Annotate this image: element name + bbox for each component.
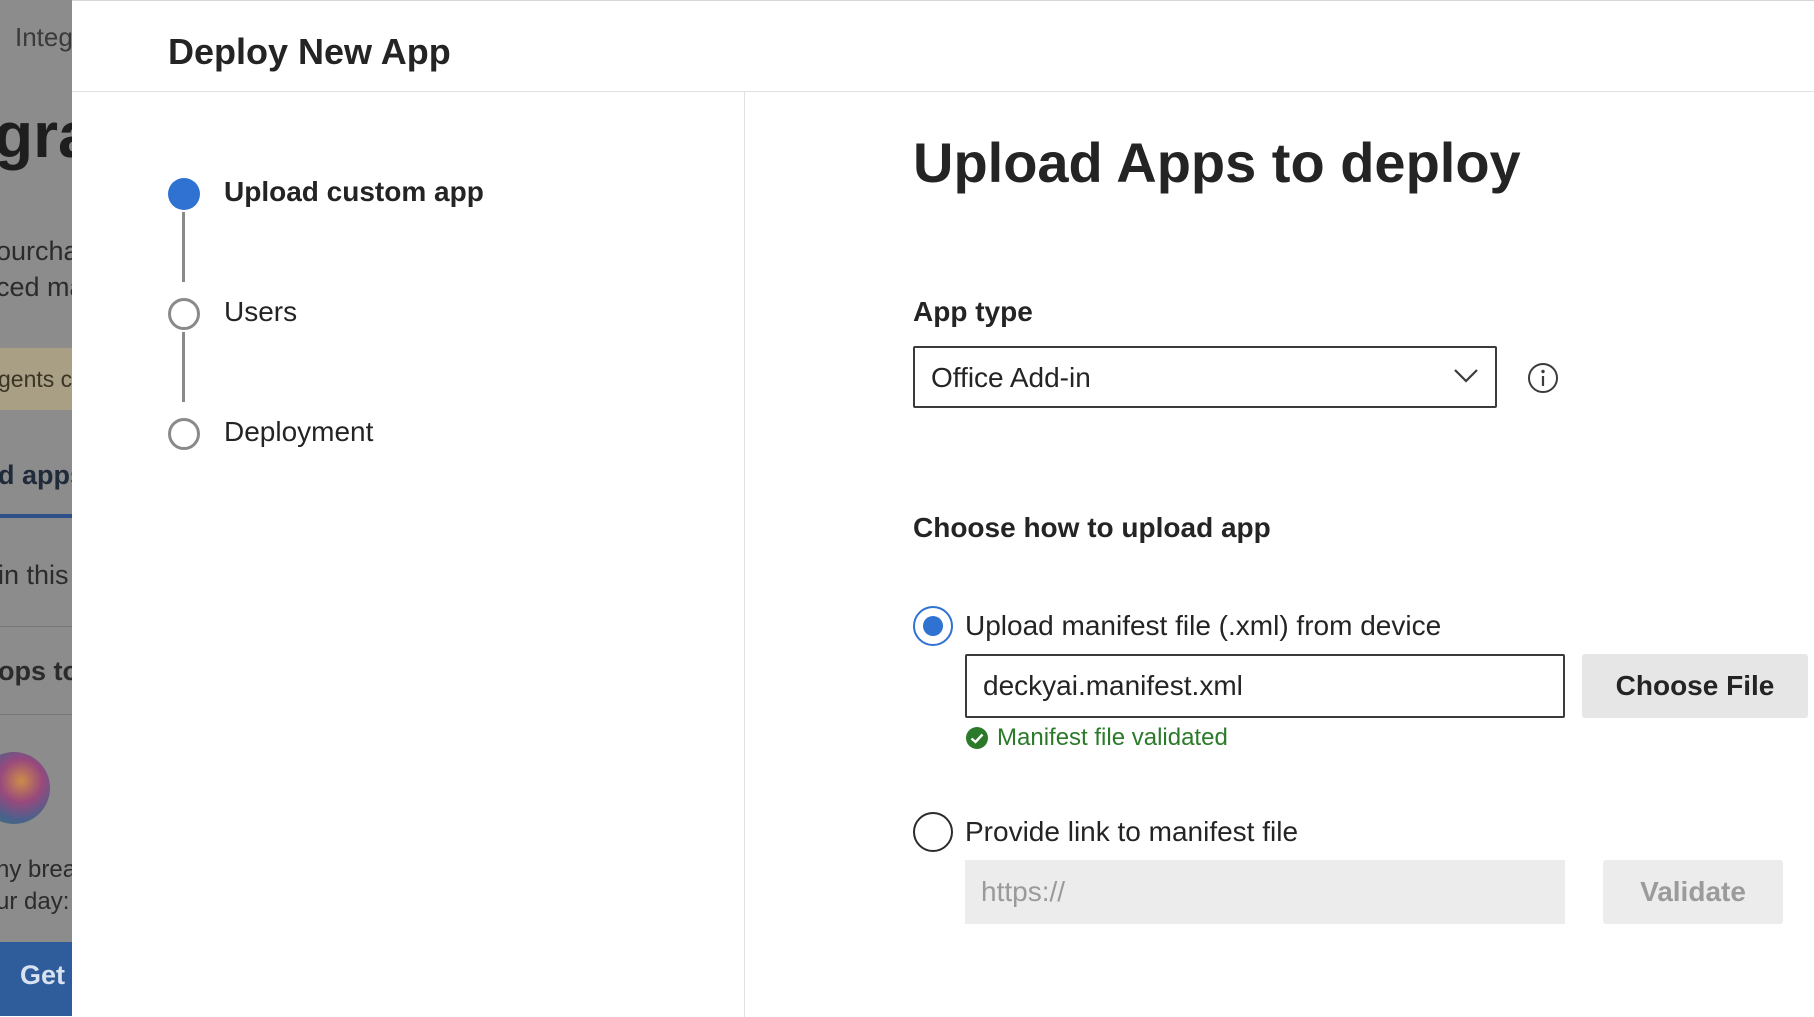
bg-divider bbox=[0, 714, 72, 715]
bg-tab-apps: d apps bbox=[0, 460, 72, 490]
upload-from-device-label[interactable]: Upload manifest file (.xml) from device bbox=[965, 610, 1441, 642]
step-label: Upload custom app bbox=[224, 176, 484, 207]
step-active-dot-icon bbox=[168, 178, 200, 210]
bg-copilot-orb-icon bbox=[0, 752, 50, 824]
bg-section-apps-to: ops to bbox=[0, 656, 72, 686]
chevron-down-icon bbox=[1454, 369, 1478, 383]
bg-text-in-this: in this bbox=[0, 560, 69, 590]
check-circle-icon bbox=[966, 727, 988, 749]
panel-header: Deploy New App bbox=[72, 1, 1814, 92]
step-connector bbox=[182, 212, 185, 282]
form-heading: Upload Apps to deploy bbox=[913, 131, 1521, 194]
manifest-file-input[interactable] bbox=[965, 654, 1565, 718]
step-connector bbox=[182, 332, 185, 402]
choose-file-button[interactable]: Choose File bbox=[1582, 654, 1808, 718]
deploy-panel: Deploy New App Upload custom app Users D… bbox=[72, 0, 1814, 1017]
bg-banner-text: gents ca bbox=[0, 366, 72, 392]
bg-get-button-label: Get bbox=[20, 960, 66, 990]
bg-tab-underline bbox=[0, 514, 72, 518]
upload-method-label: Choose how to upload app bbox=[913, 512, 1271, 543]
bg-card-text-line-1: ny brea bbox=[0, 856, 72, 883]
step-label: Users bbox=[224, 296, 298, 327]
provide-link-radio[interactable] bbox=[913, 812, 953, 852]
app-type-selected-value: Office Add-in bbox=[931, 362, 1091, 393]
app-type-dropdown[interactable]: Office Add-in bbox=[913, 346, 1497, 408]
validate-button[interactable]: Validate bbox=[1603, 860, 1783, 924]
stepper: Upload custom app Users Deployment bbox=[72, 92, 745, 1017]
bg-description-line-2: ced ma bbox=[0, 272, 72, 302]
bg-description-line-1: ourcha bbox=[0, 236, 72, 266]
upload-from-device-radio[interactable] bbox=[913, 606, 953, 646]
bg-divider bbox=[0, 626, 72, 627]
manifest-url-input[interactable] bbox=[965, 860, 1565, 924]
step-pending-dot-icon bbox=[168, 298, 200, 330]
bg-card-text-line-2: ur day: bbox=[0, 888, 70, 915]
panel-title: Deploy New App bbox=[168, 31, 451, 72]
bg-page-heading: gra bbox=[0, 99, 72, 171]
step-pending-dot-icon bbox=[168, 418, 200, 450]
app-type-label: App type bbox=[913, 296, 1033, 327]
validation-status-text: Manifest file validated bbox=[997, 724, 1228, 751]
info-icon[interactable] bbox=[1527, 362, 1559, 394]
upload-form: Upload Apps to deploy App type Office Ad… bbox=[745, 92, 1814, 1017]
background-page: Integ gra ourcha ced ma gents ca d apps … bbox=[0, 0, 72, 1016]
bg-nav-integrations: Integ bbox=[15, 22, 72, 52]
step-label: Deployment bbox=[224, 416, 374, 447]
provide-link-label[interactable]: Provide link to manifest file bbox=[965, 816, 1298, 848]
